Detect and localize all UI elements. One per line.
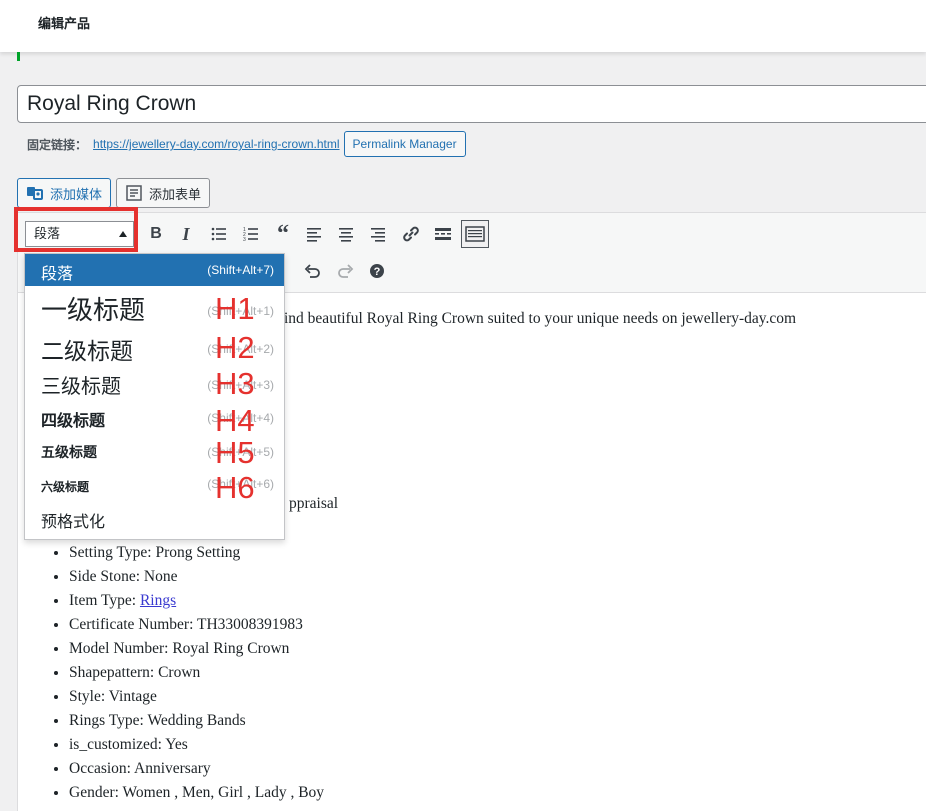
help-icon[interactable]: ? bbox=[363, 257, 391, 285]
read-more-icon[interactable] bbox=[429, 220, 457, 248]
menu-item-h4[interactable]: 四级标题 (Shift+Alt+4) H4 bbox=[25, 400, 284, 438]
post-title-input[interactable]: Royal Ring Crown bbox=[17, 85, 926, 123]
menu-item-label: 六级标题 bbox=[41, 480, 90, 494]
menu-item-h3[interactable]: 三级标题 (Shift+Alt+3) H3 bbox=[25, 364, 284, 400]
list-item: is_customized: Yes bbox=[69, 733, 324, 757]
top-bar: 编辑产品 bbox=[0, 0, 926, 52]
toolbar-toggle-icon[interactable] bbox=[461, 220, 489, 248]
svg-text:?: ? bbox=[374, 266, 381, 278]
add-form-button[interactable]: 添加表单 bbox=[116, 178, 211, 208]
menu-item-shortcut: (Shift+Alt+7) bbox=[207, 263, 274, 277]
menu-item-h5[interactable]: 五级标题 (Shift+Alt+5) H5 bbox=[25, 434, 284, 468]
svg-text:3: 3 bbox=[243, 237, 246, 242]
align-center-icon[interactable] bbox=[332, 220, 360, 248]
menu-item-label: 一级标题 bbox=[41, 296, 146, 325]
list-item: Gender: Women , Men, Girl , Lady , Boy bbox=[69, 781, 324, 805]
h6-annotation: H6 bbox=[215, 470, 255, 505]
blockquote-icon[interactable]: “ bbox=[269, 220, 297, 248]
list-item: Shapepattern: Crown bbox=[69, 661, 324, 685]
menu-item-label: 五级标题 bbox=[41, 444, 97, 460]
list-item-label: Item Type: bbox=[69, 592, 140, 609]
permalink-row: 固定链接： https://jewellery-day.com/royal-ri… bbox=[27, 131, 466, 157]
h5-annotation: H5 bbox=[215, 435, 255, 470]
spec-list: Setting Type: Prong Setting Side Stone: … bbox=[52, 541, 324, 805]
media-icon bbox=[26, 184, 44, 202]
align-right-icon[interactable] bbox=[364, 220, 392, 248]
undo-icon[interactable] bbox=[299, 257, 327, 285]
menu-item-label: 三级标题 bbox=[41, 376, 121, 398]
h4-annotation: H4 bbox=[215, 403, 255, 438]
h1-annotation: H1 bbox=[215, 291, 255, 326]
notice-accent bbox=[17, 52, 20, 61]
highlight-box bbox=[14, 207, 138, 252]
numbered-list-icon[interactable]: 123 bbox=[237, 220, 265, 248]
list-item: Rings Type: Wedding Bands bbox=[69, 709, 324, 733]
add-media-button[interactable]: 添加媒体 bbox=[17, 178, 112, 208]
rings-link[interactable]: Rings bbox=[140, 592, 176, 609]
redo-icon[interactable] bbox=[331, 257, 359, 285]
list-item: Model Number: Royal Ring Crown bbox=[69, 637, 324, 661]
menu-item-h6[interactable]: 六级标题 (Shift+Alt+6) H6 bbox=[25, 468, 284, 505]
form-icon bbox=[125, 184, 143, 202]
menu-item-h2[interactable]: 二级标题 (Shift+Alt+2) H2 bbox=[25, 326, 284, 364]
link-icon[interactable] bbox=[397, 220, 425, 248]
italic-icon[interactable]: I bbox=[172, 220, 200, 248]
format-dropdown-menu: 段落 (Shift+Alt+7) 一级标题 (Shift+Alt+1) H1 二… bbox=[24, 253, 285, 540]
list-item: Style: Vintage bbox=[69, 685, 324, 709]
menu-item-preformatted[interactable]: 预格式化 bbox=[25, 502, 284, 536]
menu-item-label: 段落 bbox=[41, 266, 74, 283]
align-left-icon[interactable] bbox=[300, 220, 328, 248]
menu-item-label: 二级标题 bbox=[41, 339, 133, 364]
h2-annotation: H2 bbox=[215, 330, 255, 365]
list-item: Item Type: Rings bbox=[69, 589, 324, 613]
add-media-label: 添加媒体 bbox=[50, 186, 103, 202]
permalink-url-link[interactable]: https://jewellery-day.com/royal-ring-cro… bbox=[93, 137, 340, 151]
bold-icon[interactable]: B bbox=[142, 220, 170, 248]
appraisal-text: ppraisal bbox=[289, 495, 339, 512]
menu-item-h1[interactable]: 一级标题 (Shift+Alt+1) H1 bbox=[25, 286, 284, 326]
permalink-manager-button[interactable]: Permalink Manager bbox=[343, 131, 466, 157]
bulleted-list-icon[interactable] bbox=[205, 220, 233, 248]
list-item: Setting Type: Prong Setting bbox=[69, 541, 324, 565]
page-title: 编辑产品 bbox=[38, 16, 91, 31]
add-form-label: 添加表单 bbox=[149, 186, 202, 202]
menu-item-paragraph[interactable]: 段落 (Shift+Alt+7) bbox=[25, 254, 284, 286]
list-item: Occasion: Anniversary bbox=[69, 757, 324, 781]
permalink-label: 固定链接： bbox=[27, 137, 88, 152]
menu-item-label: 预格式化 bbox=[41, 514, 106, 531]
list-item: Certificate Number: TH33008391983 bbox=[69, 613, 324, 637]
intro-paragraph: ind beautiful Royal Ring Crown suited to… bbox=[284, 310, 797, 327]
h3-annotation: H3 bbox=[215, 366, 255, 401]
list-item: Side Stone: None bbox=[69, 565, 324, 589]
menu-item-label: 四级标题 bbox=[41, 413, 106, 430]
